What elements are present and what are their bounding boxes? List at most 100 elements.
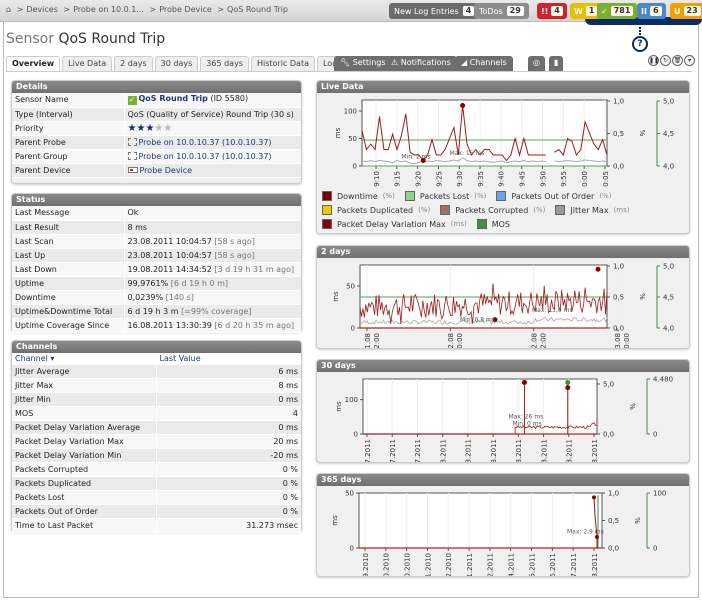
history-tab[interactable]: ▮ [549, 56, 564, 71]
channel-row[interactable]: Packet Delay Variation Max 20 ms [12, 434, 301, 449]
x-tick-label: 25.07.2011 [364, 439, 372, 462]
legend-swatch [440, 205, 451, 215]
channel-row[interactable]: Packets Duplicated 0 % [12, 476, 301, 491]
tab-overview[interactable]: Overview [6, 56, 61, 72]
legend-item: Packets Lost (%) [404, 191, 486, 201]
help-connector [639, 27, 643, 35]
y2-tick-label: 0,0 [608, 545, 619, 553]
channel-name[interactable]: Packets Lost [12, 490, 157, 505]
tab-live-data[interactable]: Live Data [62, 56, 113, 71]
parent-probe-link[interactable]: Probe on 10.0.10.37 (10.0.10.37) [139, 138, 272, 147]
comments-tab[interactable]: ◎ [528, 56, 545, 71]
settings-tab[interactable]: 🔧︎ Settings [334, 56, 392, 71]
breadcrumb-item[interactable]: Devices [26, 5, 58, 14]
channel-name[interactable]: Jitter Min [12, 392, 157, 407]
details-panel: Details Sensor Name ✓ QoS Round Trip (ID 5… [11, 80, 302, 184]
y2-tick-label: 0,0 [613, 163, 624, 171]
settings-label: Settings [352, 58, 386, 67]
detail-row: Type (Interval) QoS (Quality of Service) … [12, 107, 301, 122]
x-tick-label: 23.08 [614, 333, 622, 348]
channels-table-header: Channel ▾ Last Value [12, 353, 301, 365]
parent-group-link[interactable]: Probe on 10.0.10.37 (10.0.10.37) [139, 152, 272, 161]
comment-icon: ◎ [533, 58, 540, 67]
tab-historic-data[interactable]: Historic Data [250, 56, 315, 71]
detail-key: Sensor Name [12, 93, 125, 108]
detail-key: Parent Probe [12, 135, 125, 150]
priority-star-icon[interactable]: ★ [163, 123, 172, 134]
channel-value: 4 [156, 406, 301, 421]
x-tick-label: 10:00 [581, 171, 589, 187]
channel-name[interactable]: Jitter Average [12, 364, 157, 379]
y2-axis-label: % [638, 293, 646, 300]
channel-name[interactable]: Packets Out of Order [12, 504, 157, 519]
channel-row[interactable]: Jitter Min 0 ms [12, 392, 301, 407]
breadcrumb-item[interactable]: QoS Round Trip [227, 5, 288, 14]
pause-icon[interactable]: ❚❚ [648, 55, 659, 66]
x-tick-label: 18.08.2011 [566, 439, 574, 462]
x-tick-label: 01.09.2010 [362, 553, 370, 576]
channel-row[interactable]: Packet Delay Variation Min -20 ms [12, 448, 301, 463]
status-filter-up[interactable]: ✓ 781 [597, 3, 638, 19]
page-title-name: QoS Round Trip [58, 31, 166, 47]
last-value-column-header[interactable]: Last Value [156, 353, 301, 365]
breadcrumb-item[interactable]: Probe Device [159, 5, 212, 14]
channel-name[interactable]: Packet Delay Variation Average [12, 420, 157, 435]
channel-name[interactable]: Packets Corrupted [12, 462, 157, 477]
channel-name[interactable]: MOS [12, 406, 157, 421]
notifications-tab[interactable]: ⚠ Notifications [385, 56, 457, 71]
home-icon[interactable]: ⌂ [6, 5, 11, 14]
tab-2-days[interactable]: 2 days [114, 56, 153, 71]
channel-row[interactable]: Packet Delay Variation Average 0 ms [12, 420, 301, 435]
channel-row[interactable]: Packets Corrupted 0 % [12, 462, 301, 477]
channel-row[interactable]: Jitter Average 6 ms [12, 364, 301, 379]
channels-panel: Channels Channel ▾ Last Value Jitter Aver… [11, 340, 302, 533]
status-key: Uptime&Downtime Total [12, 304, 125, 319]
channel-row[interactable]: Time to Last Packet 31.273 msec [12, 518, 301, 533]
new-log-entries-button[interactable]: New Log Entries 4 [389, 3, 480, 19]
parent-device-link[interactable]: Probe Device [140, 166, 193, 175]
delete-icon[interactable]: 🗑︎ [672, 55, 683, 66]
todos-button[interactable]: ToDos 29 [474, 3, 529, 19]
status-filter-unusual[interactable]: U 23 [670, 3, 702, 19]
max-marker [592, 495, 596, 500]
x-tick-label: 30.11.2010 [424, 553, 432, 576]
down-count: 4 [551, 6, 563, 16]
channel-value: 0 ms [156, 420, 301, 435]
channels-tab[interactable]: ◢ Channels [455, 56, 513, 71]
status-key: Last Message [12, 206, 125, 221]
channel-column-header[interactable]: Channel ▾ [12, 353, 157, 365]
tab-365-days[interactable]: 365 days [200, 56, 249, 71]
max-marker [595, 266, 601, 272]
channel-row[interactable]: Jitter Max 8 ms [12, 378, 301, 393]
tab-30-days[interactable]: 30 days [154, 56, 199, 71]
y-axis-label: ms [331, 515, 339, 526]
breadcrumb-item[interactable]: Probe on 10.0.1... [73, 5, 144, 14]
y-tick-label: 0 [350, 545, 354, 553]
channel-name[interactable]: Time to Last Packet [12, 518, 157, 533]
channel-name[interactable]: Packets Duplicated [12, 476, 157, 491]
refresh-icon[interactable]: ↻ [660, 55, 671, 66]
y2-tick-label: 5,0 [603, 381, 614, 389]
x-tick-label: 09:50 [539, 171, 547, 187]
30-days-chart: 25.07.2011 28.07.2011 31.07.2011 03.08.2011… [335, 376, 673, 480]
channel-name[interactable]: Packet Delay Variation Min [12, 448, 157, 463]
y3-tick-label: 4.480 [653, 376, 673, 384]
channel-row[interactable]: Packets Lost 0 % [12, 490, 301, 505]
status-value: 0,0239% [140 s] [124, 290, 301, 305]
status-row: Last Down 19.08.2011 14:34:52 [3 d 19 h 3… [12, 262, 301, 277]
priority-stars[interactable]: ★★★★★ [124, 121, 301, 136]
status-row: Last Scan 23.08.2011 10:04:57 [58 s ago] [12, 234, 301, 249]
channel-row[interactable]: MOS 4 [12, 406, 301, 421]
channel-value: 0 ms [156, 392, 301, 407]
help-icon[interactable]: ? [632, 36, 648, 52]
sensor-name-link[interactable]: QoS Round Trip [139, 94, 208, 103]
x-tick-label: 09:25 [435, 171, 443, 187]
status-row: Last Message Ok [12, 206, 301, 221]
channel-name[interactable]: Packet Delay Variation Max [12, 434, 157, 449]
channel-row[interactable]: Packets Out of Order 0 % [12, 504, 301, 519]
dropdown-icon[interactable]: ▾ [684, 55, 695, 66]
status-filter-down[interactable]: !! 4 [537, 3, 567, 19]
status-filter-paused[interactable]: II 6 [637, 3, 666, 19]
channel-name[interactable]: Jitter Max [12, 378, 157, 393]
x-tick-label: 09:55 [560, 171, 568, 187]
